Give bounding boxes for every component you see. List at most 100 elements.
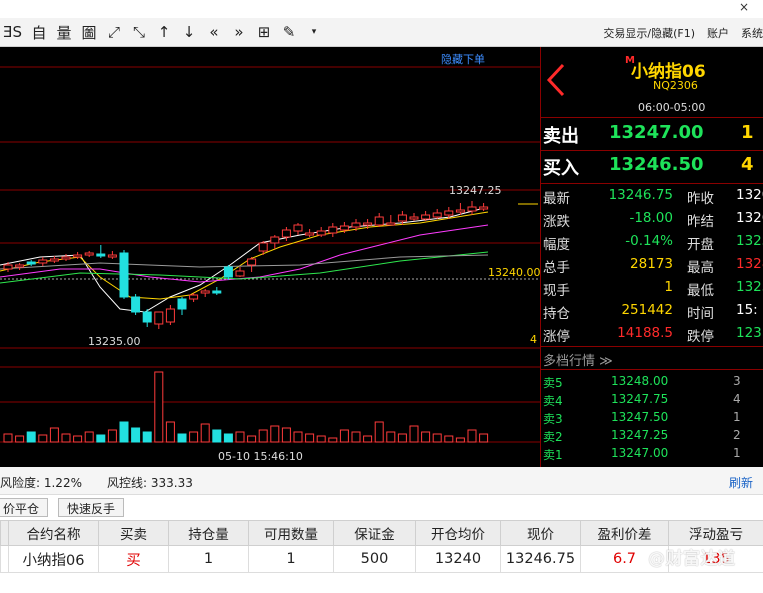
system-menu[interactable]: 系统 xyxy=(741,25,763,41)
row-marker xyxy=(0,545,9,573)
candle-up xyxy=(270,236,280,244)
depth-price: 13247.75 xyxy=(611,392,669,406)
depth-row[interactable]: 卖1 13247.00 1 xyxy=(541,444,763,462)
col-header[interactable]: 可用数量 xyxy=(248,520,334,546)
status-bar: 风险度: 1.22% 风控线: 333.33 刷新 xyxy=(0,467,763,495)
draw-pen-icon[interactable]: ✎ xyxy=(278,21,300,43)
toolbar: ƎS 自 量 圗 ⤢ ⤡ ↑ ↓ « » ⊞ ✎ ▾ 交易显示/隐藏(F1) 账… xyxy=(0,18,763,47)
grid-icon[interactable]: ⊞ xyxy=(253,21,275,43)
volume-bar xyxy=(455,437,465,443)
candle-down xyxy=(212,290,222,294)
arrow-up-icon[interactable]: ↑ xyxy=(153,21,175,43)
auto-icon[interactable]: 自 xyxy=(28,21,50,43)
close-position-button[interactable]: 价平仓 xyxy=(0,498,49,517)
candlestick-chart[interactable]: 隐藏下单 13247.25 13235.00 13240.00 4 05-10 … xyxy=(0,47,541,467)
col-header[interactable]: 开仓均价 xyxy=(415,520,501,546)
stat-value: 123 xyxy=(736,325,762,341)
depth-toggle[interactable]: 多档行情 ≫ xyxy=(543,350,613,369)
candle-up xyxy=(305,232,315,236)
quote-row: 总手 28173 最高 1328 xyxy=(541,253,763,276)
volume-bar xyxy=(467,429,477,443)
candle-down xyxy=(96,253,106,257)
stat-label: 开盘 xyxy=(687,237,714,253)
ask-label: 卖出 xyxy=(543,126,579,147)
candle-up xyxy=(165,308,175,323)
stat-label: 涨停 xyxy=(543,329,570,345)
col-header[interactable]: 现价 xyxy=(500,520,581,546)
stat-value: 14188.5 xyxy=(617,325,673,341)
close-icon[interactable]: × xyxy=(739,0,749,14)
scroll-left-icon[interactable]: « xyxy=(203,21,225,43)
candle-up xyxy=(432,212,442,218)
depth-price: 13248.00 xyxy=(611,374,669,388)
candle-up xyxy=(281,229,291,238)
quote-row: 涨停 14188.5 跌停 123 xyxy=(541,322,763,345)
mirror-s-icon[interactable]: ƎS xyxy=(0,21,25,43)
candle-up xyxy=(247,258,257,266)
available-qty: 1 xyxy=(248,545,334,573)
bid-label: 买入 xyxy=(543,158,579,179)
ask-row[interactable]: 卖出 13247.00 1 xyxy=(541,118,763,150)
position-qty: 1 xyxy=(168,545,249,573)
expand-icon[interactable]: ⤢ xyxy=(103,21,125,43)
scroll-right-icon[interactable]: » xyxy=(228,21,250,43)
arrow-down-icon[interactable]: ↓ xyxy=(178,21,200,43)
refresh-link[interactable]: 刷新 xyxy=(729,474,753,491)
shrink-icon[interactable]: ⤡ xyxy=(128,21,150,43)
volume-icon[interactable]: 量 xyxy=(53,21,75,43)
col-header[interactable]: 盈利价差 xyxy=(580,520,669,546)
depth-row[interactable]: 卖3 13247.50 1 xyxy=(541,408,763,426)
candle-up xyxy=(339,225,349,231)
depth-row[interactable]: 卖4 13247.75 4 xyxy=(541,390,763,408)
quick-reverse-button[interactable]: 快速反手 xyxy=(58,498,125,517)
toolbar-menu: 交易显示/隐藏(F1) 账户 系统 xyxy=(591,25,763,41)
col-header[interactable]: 保证金 xyxy=(333,520,416,546)
candle-up xyxy=(200,290,210,294)
trading-hours: 06:00-05:00 xyxy=(638,101,706,114)
volume-bar xyxy=(432,433,442,443)
bid-volume: 4 xyxy=(741,154,754,175)
depth-row[interactable]: 卖5 13248.00 3 xyxy=(541,372,763,390)
volume-bar xyxy=(200,423,210,443)
candle-up xyxy=(3,264,13,270)
col-header[interactable]: 合约名称 xyxy=(8,520,99,546)
chart-canvas xyxy=(0,66,540,443)
volume-bar xyxy=(26,431,36,443)
open-avg-price: 13240 xyxy=(415,545,501,573)
volume-bar xyxy=(235,431,245,443)
volume-bar xyxy=(131,427,141,443)
volume-bar xyxy=(212,429,222,443)
col-header[interactable]: 浮动盈亏 xyxy=(668,520,763,546)
volume-bar xyxy=(73,435,83,443)
col-header[interactable]: 买卖 xyxy=(98,520,169,546)
stat-label: 最高 xyxy=(687,260,714,276)
risk-control-line: 风控线: 333.33 xyxy=(107,476,193,490)
depth-row[interactable]: 卖2 13247.25 2 xyxy=(541,426,763,444)
volume-bar xyxy=(258,429,268,443)
quote-panel: M 小纳指06 NQ2306 06:00-05:00 卖出 13247.00 1… xyxy=(540,47,763,467)
back-arrow-icon[interactable] xyxy=(545,63,567,97)
volume-bar xyxy=(363,435,373,443)
toggle-trade-display[interactable]: 交易显示/隐藏(F1) xyxy=(603,25,695,41)
stat-value: 15: xyxy=(736,302,758,318)
bid-row[interactable]: 买入 13246.50 4 xyxy=(541,150,763,182)
table-header: 合约名称 买卖 持仓量 可用数量 保证金 开仓均价 现价 盈利价差 浮动盈亏 xyxy=(0,520,763,546)
candle-up xyxy=(15,264,25,268)
volume-bar xyxy=(49,427,59,443)
dropdown-icon[interactable]: ▾ xyxy=(303,21,325,43)
contract-name: 小纳指06 xyxy=(8,545,99,573)
volume-bar xyxy=(409,425,419,443)
candle-up xyxy=(154,311,164,325)
col-header[interactable]: 持仓量 xyxy=(168,520,249,546)
symbol-code: NQ2306 xyxy=(653,79,698,92)
image-icon[interactable]: 圗 xyxy=(78,21,100,43)
account-menu[interactable]: 账户 xyxy=(707,25,729,41)
depth-volume: 2 xyxy=(733,428,741,442)
candle-down xyxy=(142,311,152,323)
volume-bar xyxy=(316,435,326,443)
volume-bar xyxy=(339,429,349,443)
stat-value: 1326 xyxy=(736,210,763,226)
candle-down xyxy=(26,261,36,265)
volume-bar xyxy=(421,431,431,443)
hide-order-link[interactable]: 隐藏下单 xyxy=(441,51,485,67)
